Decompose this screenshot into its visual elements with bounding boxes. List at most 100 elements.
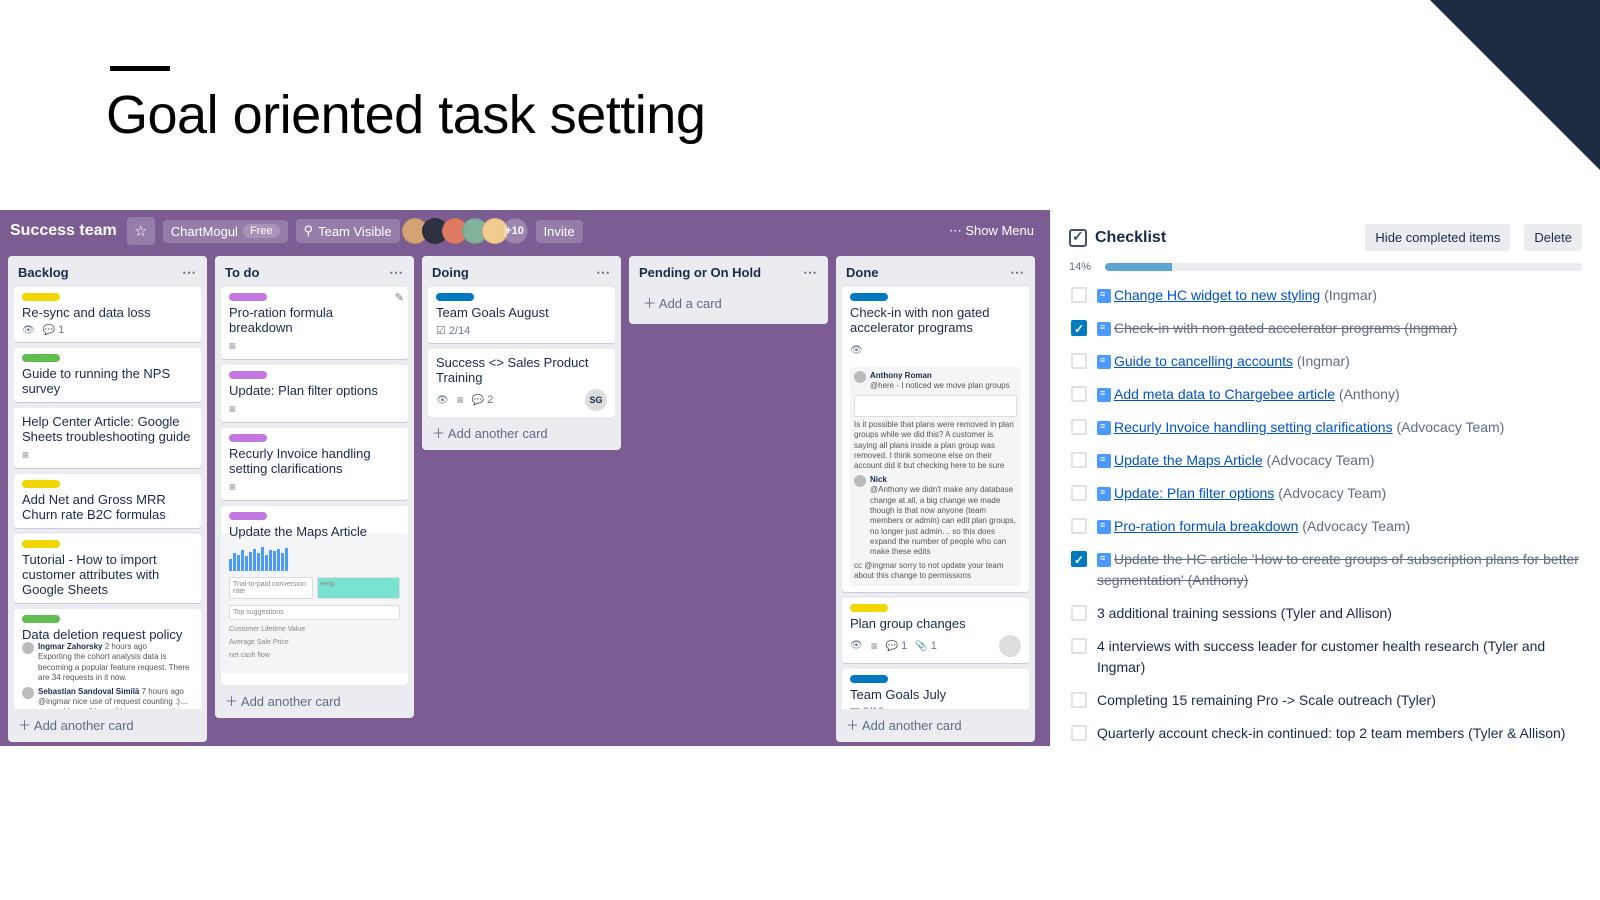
slide-title-accent <box>110 66 170 71</box>
comment-count: 1 <box>886 640 908 652</box>
checklist-item[interactable]: Completing 15 remaining Pro -> Scale out… <box>1069 686 1582 715</box>
checklist-item[interactable]: 4 interviews with success leader for cus… <box>1069 632 1582 682</box>
visibility-label: Team Visible <box>318 224 391 239</box>
doc-icon <box>1097 421 1111 435</box>
card-title: Team Goals August <box>436 305 607 320</box>
hide-completed-button[interactable]: Hide completed items <box>1365 224 1510 251</box>
list-menu-icon[interactable]: ⋯ <box>182 264 197 281</box>
avatar-more[interactable]: +10 <box>502 218 528 244</box>
checklist-checkbox[interactable] <box>1071 605 1087 621</box>
checklist-checkbox[interactable] <box>1071 353 1087 369</box>
checklist-item[interactable]: Update the HC article 'How to create gro… <box>1069 545 1582 595</box>
card[interactable]: ✎ Pro-ration formula breakdown <box>221 287 408 359</box>
label-yellow <box>22 540 60 548</box>
show-menu-button[interactable]: ⋯ Show Menu <box>943 219 1040 243</box>
checklist-checkbox[interactable] <box>1071 419 1087 435</box>
card[interactable]: Team Goals August 2/14 <box>428 287 615 343</box>
list-title[interactable]: Doing <box>432 265 469 280</box>
edit-icon[interactable]: ✎ <box>395 291 404 304</box>
member-avatar[interactable]: SG <box>585 389 607 411</box>
checklist-count: 2/14 <box>436 324 470 337</box>
card[interactable]: Check-in with non gated accelerator prog… <box>842 287 1029 592</box>
board-header: Success team ☆ ChartMogul Free ⚲ Team Vi… <box>0 210 1050 252</box>
add-card-button[interactable]: ＋ Add another card <box>14 709 201 736</box>
checklist-checkbox[interactable] <box>1071 485 1087 501</box>
member-avatar[interactable] <box>999 339 1021 361</box>
list-title[interactable]: Backlog <box>18 265 69 280</box>
list-menu-icon[interactable]: ⋯ <box>596 264 611 281</box>
checklist-item[interactable]: Quarterly account check-in continued: to… <box>1069 719 1582 746</box>
checklist-checkbox[interactable] <box>1071 386 1087 402</box>
card[interactable]: Tutorial - How to import customer attrib… <box>14 534 201 603</box>
delete-checklist-button[interactable]: Delete <box>1524 224 1582 251</box>
add-card-button[interactable]: ＋ Add another card <box>428 417 615 444</box>
card[interactable]: Guide to running the NPS survey <box>14 348 201 402</box>
card[interactable]: Re-sync and data loss 1 <box>14 287 201 342</box>
card[interactable]: Success <> Sales Product Training 2 SG <box>428 349 615 417</box>
doc-icon <box>1097 322 1111 336</box>
add-card-button[interactable]: ＋ Add another card <box>221 685 408 712</box>
card-title: Re-sync and data loss <box>22 305 193 320</box>
checklist-item[interactable]: Guide to cancelling accounts (Ingmar) <box>1069 347 1582 376</box>
list-menu-icon[interactable]: ⋯ <box>803 264 818 281</box>
add-card-button[interactable]: ＋ Add a card <box>635 287 822 318</box>
add-card-button[interactable]: ＋ Add another card <box>842 709 1029 736</box>
checklist-checkbox[interactable] <box>1071 518 1087 534</box>
checklist-checkbox[interactable] <box>1071 551 1087 567</box>
label-purple <box>229 512 267 520</box>
checklist-panel: Checklist Hide completed items Delete 14… <box>1050 210 1600 746</box>
list-menu-icon[interactable]: ⋯ <box>389 264 404 281</box>
checklist-item[interactable]: Update the Maps Article (Advocacy Team) <box>1069 446 1582 475</box>
checklist-progress: 14% <box>1069 261 1582 273</box>
checklist-item[interactable]: Change HC widget to new styling (Ingmar) <box>1069 281 1582 310</box>
list-title[interactable]: To do <box>225 265 259 280</box>
doc-icon <box>1097 355 1111 369</box>
checklist-item-text: Quarterly account check-in continued: to… <box>1097 723 1565 744</box>
visibility-button[interactable]: ⚲ Team Visible <box>296 219 400 243</box>
member-avatar[interactable] <box>999 635 1021 657</box>
watch-icon <box>436 395 449 406</box>
label-purple <box>229 293 267 301</box>
checklist-title: Checklist <box>1095 229 1351 247</box>
card[interactable]: Data deletion request policy Ingmar Zaho… <box>14 609 201 709</box>
checklist-item[interactable]: Recurly Invoice handling setting clarifi… <box>1069 413 1582 442</box>
board-title[interactable]: Success team <box>10 222 117 240</box>
card[interactable]: Update: Plan filter options <box>221 365 408 422</box>
checklist-item[interactable]: Pro-ration formula breakdown (Advocacy T… <box>1069 512 1582 541</box>
watch-icon <box>850 345 863 356</box>
checklist-item[interactable]: Check-in with non gated accelerator prog… <box>1069 314 1582 343</box>
label-green <box>22 354 60 362</box>
checklist-checkbox[interactable] <box>1071 638 1087 654</box>
card[interactable]: Recurly Invoice handling setting clarifi… <box>221 428 408 500</box>
label-yellow <box>22 480 60 488</box>
checklist-checkbox[interactable] <box>1071 725 1087 741</box>
invite-button[interactable]: Invite <box>536 220 583 243</box>
card[interactable]: Add Net and Gross MRR Churn rate B2C for… <box>14 474 201 528</box>
list-title[interactable]: Done <box>846 265 879 280</box>
checklist-checkbox[interactable] <box>1071 692 1087 708</box>
member-avatars[interactable]: +10 <box>408 218 528 244</box>
card-title: Guide to running the NPS survey <box>22 366 193 396</box>
slide-title: Goal oriented task setting <box>106 84 705 146</box>
list-title[interactable]: Pending or On Hold <box>639 265 761 280</box>
checklist-item[interactable]: Add meta data to Chargebee article (Anth… <box>1069 380 1582 409</box>
label-purple <box>229 371 267 379</box>
app-region: Success team ☆ ChartMogul Free ⚲ Team Vi… <box>0 210 1600 746</box>
people-icon: ⚲ <box>304 223 314 239</box>
org-button[interactable]: ChartMogul Free <box>163 220 288 243</box>
list-menu-icon[interactable]: ⋯ <box>1010 264 1025 281</box>
card[interactable]: Plan group changes 1 1 <box>842 598 1029 663</box>
card[interactable]: Team Goals July 8/10 <box>842 669 1029 709</box>
checklist-item-text: Completing 15 remaining Pro -> Scale out… <box>1097 690 1436 711</box>
list-todo: To do ⋯ ✎ Pro-ration formula breakdown U… <box>215 256 414 718</box>
checklist-checkbox[interactable] <box>1071 287 1087 303</box>
checklist-checkbox[interactable] <box>1071 452 1087 468</box>
doc-icon <box>1097 289 1111 303</box>
card[interactable]: Help Center Article: Google Sheets troub… <box>14 408 201 468</box>
checklist-item[interactable]: 3 additional training sessions (Tyler an… <box>1069 599 1582 628</box>
checklist-item[interactable]: Update: Plan filter options (Advocacy Te… <box>1069 479 1582 508</box>
checklist-checkbox[interactable] <box>1071 320 1087 336</box>
star-icon[interactable]: ☆ <box>127 217 155 245</box>
card[interactable]: Update the Maps Article Trial-to-paid co… <box>221 506 408 685</box>
doc-icon <box>1097 388 1111 402</box>
